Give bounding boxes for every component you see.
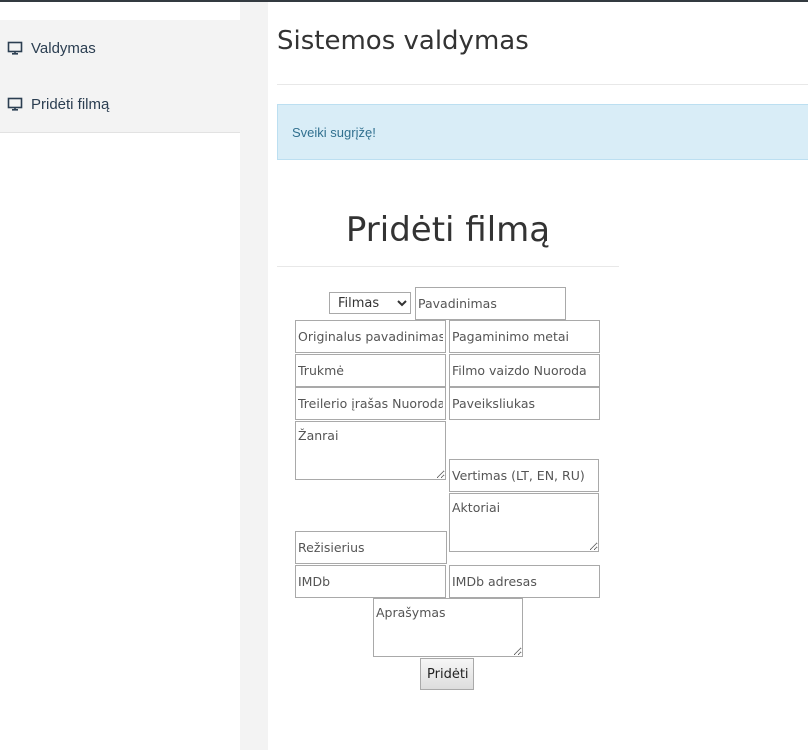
sidebar-item-label: Valdymas [31, 39, 96, 57]
duration-input[interactable] [295, 354, 446, 387]
year-input[interactable] [449, 320, 600, 353]
title-input[interactable] [415, 287, 566, 320]
sidebar-item-label: Pridėti filmą [31, 95, 110, 113]
welcome-alert: Sveiki sugrįžę! [277, 104, 808, 160]
description-textarea[interactable] [373, 598, 523, 657]
divider [277, 84, 808, 85]
monitor-icon [7, 41, 23, 55]
type-select[interactable]: Filmas [329, 292, 411, 314]
sidebar-item-prideti-filma[interactable]: Pridėti filmą [7, 93, 109, 115]
main-content: Sistemos valdymas Sveiki sugrįžę! Pridėt… [268, 2, 808, 750]
form-title: Pridėti filmą [345, 210, 551, 250]
translation-input[interactable] [449, 459, 599, 492]
alert-text: Sveiki sugrįžę! [292, 125, 376, 140]
video-url-input[interactable] [449, 354, 600, 387]
imdb-input[interactable] [295, 565, 446, 598]
divider [277, 266, 619, 267]
sidebar-item-valdymas[interactable]: Valdymas [7, 37, 96, 59]
sidebar: Valdymas Pridėti filmą [0, 2, 240, 750]
imdb-url-input[interactable] [449, 565, 600, 598]
content-gutter [240, 2, 268, 750]
poster-input[interactable] [449, 387, 600, 420]
original-title-input[interactable] [295, 320, 446, 353]
director-input[interactable] [295, 531, 447, 564]
trailer-url-input[interactable] [295, 387, 446, 420]
sidebar-menu: Valdymas Pridėti filmą [0, 20, 240, 133]
genres-textarea[interactable] [295, 421, 446, 480]
submit-button[interactable]: Pridėti [420, 658, 474, 690]
monitor-icon [7, 97, 23, 111]
actors-textarea[interactable] [449, 493, 599, 552]
page-title: Sistemos valdymas [277, 26, 529, 56]
